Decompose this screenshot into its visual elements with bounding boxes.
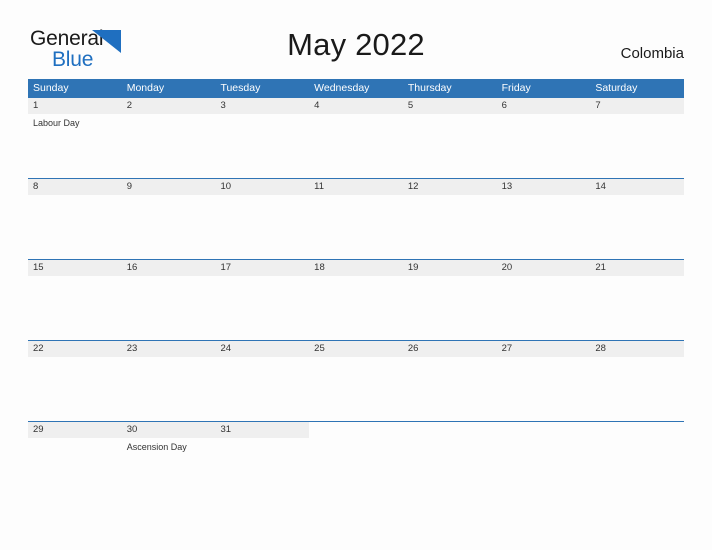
day-cell[interactable] [309, 195, 403, 259]
day-cell[interactable] [309, 114, 403, 178]
day-cell[interactable] [215, 276, 309, 340]
day-cell[interactable] [28, 195, 122, 259]
day-cell[interactable] [497, 114, 591, 178]
day-cell[interactable] [590, 114, 684, 178]
day-number[interactable]: 19 [403, 260, 497, 276]
day-number[interactable]: 6 [497, 98, 591, 114]
calendar-grid: Sunday Monday Tuesday Wednesday Thursday… [28, 79, 685, 502]
weekday-header-row: Sunday Monday Tuesday Wednesday Thursday… [28, 79, 684, 97]
calendar-week-row: 29 30 31 Ascension Day [28, 421, 685, 502]
day-cell[interactable] [590, 276, 684, 340]
day-cell[interactable] [28, 276, 122, 340]
day-cell[interactable] [28, 357, 122, 421]
day-number[interactable]: 12 [403, 179, 497, 195]
weekday-header-tuesday: Tuesday [220, 82, 261, 94]
day-number[interactable]: 25 [309, 341, 403, 357]
day-cell[interactable] [215, 357, 309, 421]
week-event-band: Ascension Day [28, 438, 684, 502]
day-cell[interactable] [28, 438, 122, 502]
day-number-empty [309, 422, 403, 438]
day-number[interactable]: 14 [590, 179, 684, 195]
day-number[interactable]: 2 [122, 98, 216, 114]
day-number[interactable]: 4 [309, 98, 403, 114]
day-cell[interactable]: Labour Day [28, 114, 122, 178]
day-cell[interactable] [122, 276, 216, 340]
day-cell[interactable] [497, 195, 591, 259]
week-date-band: 1 2 3 4 5 6 7 [28, 97, 684, 114]
day-number[interactable]: 3 [215, 98, 309, 114]
day-cell[interactable] [122, 195, 216, 259]
day-cell[interactable] [590, 195, 684, 259]
day-cell-empty [309, 438, 403, 502]
day-number[interactable]: 16 [122, 260, 216, 276]
week-date-band: 15 16 17 18 19 20 21 [28, 259, 684, 276]
weekday-header-monday: Monday [126, 82, 165, 94]
weekday-header-saturday: Saturday [595, 82, 638, 94]
day-cell[interactable] [309, 357, 403, 421]
day-cell[interactable] [403, 276, 497, 340]
day-cell-empty [497, 438, 591, 502]
day-number[interactable]: 28 [590, 341, 684, 357]
day-number[interactable]: 29 [28, 422, 122, 438]
day-cell[interactable] [403, 357, 497, 421]
day-number[interactable]: 10 [215, 179, 309, 195]
day-number[interactable]: 26 [403, 341, 497, 357]
day-number[interactable]: 5 [403, 98, 497, 114]
calendar-week-row: 15 16 17 18 19 20 21 [28, 259, 684, 340]
day-cell[interactable]: Ascension Day [122, 438, 216, 502]
day-cell-empty [590, 438, 684, 502]
day-number-empty [402, 422, 497, 438]
event-label: Ascension Day [126, 442, 187, 452]
day-cell[interactable] [309, 276, 403, 340]
day-cell[interactable] [590, 357, 684, 421]
day-cell[interactable] [122, 114, 216, 178]
weekday-header-thursday: Thursday [407, 82, 452, 94]
day-number[interactable]: 22 [28, 341, 122, 357]
day-number[interactable]: 11 [309, 179, 403, 195]
week-event-band [28, 195, 684, 259]
day-cell[interactable] [215, 195, 309, 259]
weekday-header-friday: Friday [501, 82, 531, 94]
week-date-band: 29 30 31 [28, 421, 685, 438]
day-cell[interactable] [497, 357, 591, 421]
page-header: General Blue May 2022 Colombia [0, 0, 712, 79]
day-cell[interactable] [122, 357, 216, 421]
day-cell[interactable] [403, 195, 497, 259]
weekday-header-wednesday: Wednesday [314, 82, 370, 94]
day-number[interactable]: 24 [215, 341, 309, 357]
week-event-band: Labour Day [28, 114, 684, 178]
week-date-band: 8 9 10 11 12 13 14 [28, 178, 684, 195]
day-number[interactable]: 13 [497, 179, 591, 195]
day-number[interactable]: 8 [28, 179, 122, 195]
day-number[interactable]: 21 [590, 260, 684, 276]
day-cell-empty [403, 438, 497, 502]
day-number[interactable]: 15 [28, 260, 122, 276]
week-date-band: 22 23 24 25 26 27 28 [28, 340, 684, 357]
day-number[interactable]: 18 [309, 260, 403, 276]
day-number-empty [590, 422, 685, 438]
weekday-header-sunday: Sunday [33, 82, 69, 94]
day-number[interactable]: 27 [497, 341, 591, 357]
week-event-band [28, 276, 684, 340]
country-label: Colombia [620, 45, 684, 62]
calendar-week-row: 22 23 24 25 26 27 28 [28, 340, 684, 421]
day-number[interactable]: 1 [28, 98, 122, 114]
day-number[interactable]: 31 [215, 422, 309, 438]
day-number-empty [496, 422, 591, 438]
day-cell[interactable] [215, 438, 309, 502]
calendar-week-row: 1 2 3 4 5 6 7 Labour Day [28, 97, 684, 178]
day-cell[interactable] [497, 276, 591, 340]
day-number[interactable]: 7 [590, 98, 684, 114]
day-number[interactable]: 23 [122, 341, 216, 357]
day-number[interactable]: 30 [122, 422, 216, 438]
week-event-band [28, 357, 684, 421]
day-number[interactable]: 9 [122, 179, 216, 195]
event-label: Labour Day [33, 118, 80, 128]
calendar-week-row: 8 9 10 11 12 13 14 [28, 178, 684, 259]
day-number[interactable]: 17 [215, 260, 309, 276]
day-cell[interactable] [215, 114, 309, 178]
page-title: May 2022 [287, 27, 425, 62]
day-number[interactable]: 20 [497, 260, 591, 276]
day-cell[interactable] [403, 114, 497, 178]
